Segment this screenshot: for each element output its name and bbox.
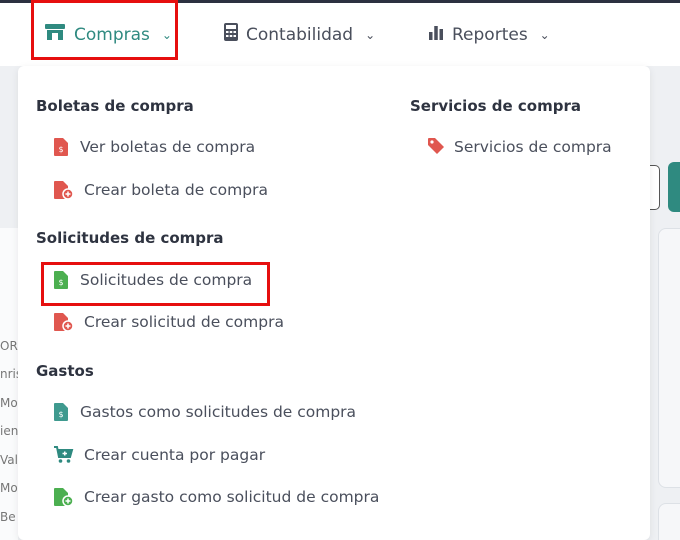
- background-text: Mo: [0, 481, 18, 495]
- chevron-down-icon: ⌄: [365, 27, 376, 42]
- section-title-gastos: Gastos: [36, 362, 94, 380]
- background-card: [658, 503, 680, 540]
- file-add-icon: [54, 488, 74, 507]
- menu-item-ver-boletas[interactable]: $ Ver boletas de compra: [54, 138, 255, 156]
- file-add-icon: [54, 181, 74, 200]
- menu-item-label: Servicios de compra: [454, 138, 612, 156]
- background-card: [658, 228, 680, 488]
- menu-item-label: Gastos como solicitudes de compra: [80, 403, 357, 421]
- menu-item-servicios[interactable]: Servicios de compra: [428, 138, 612, 156]
- background-text: Be: [0, 510, 16, 524]
- highlight-box-solicitudes: [41, 262, 270, 306]
- nav-reportes[interactable]: Reportes ⌄: [428, 3, 550, 66]
- nav-reportes-label: Reportes: [452, 24, 528, 45]
- menu-item-gastos-solicitudes[interactable]: $ Gastos como solicitudes de compra: [54, 403, 356, 421]
- cart-add-icon: [54, 446, 74, 464]
- nav-contabilidad[interactable]: Contabilidad ⌄: [224, 3, 375, 66]
- highlight-box-compras: [31, 0, 178, 60]
- background-panel: [0, 66, 18, 228]
- menu-item-crear-cuenta[interactable]: Crear cuenta por pagar: [54, 446, 265, 464]
- invoice-icon: $: [54, 138, 70, 156]
- background-text: Mo: [0, 396, 18, 410]
- section-title-boletas: Boletas de compra: [36, 97, 194, 115]
- tag-icon: [428, 138, 444, 156]
- section-title-servicios: Servicios de compra: [410, 97, 581, 115]
- svg-text:$: $: [58, 410, 63, 419]
- menu-item-label: Crear solicitud de compra: [84, 313, 284, 331]
- calculator-icon: [224, 23, 238, 46]
- background-button: [650, 165, 660, 210]
- nav-contabilidad-label: Contabilidad: [246, 24, 354, 45]
- background-text: OR: [0, 339, 18, 353]
- invoice-icon: $: [54, 403, 70, 421]
- section-title-solicitudes: Solicitudes de compra: [36, 229, 224, 247]
- menu-item-label: Crear boleta de compra: [84, 181, 268, 199]
- menu-item-label: Crear gasto como solicitud de compra: [84, 488, 380, 506]
- menu-item-label: Ver boletas de compra: [80, 138, 256, 156]
- bar-chart-icon: [428, 24, 444, 45]
- background-text: ien: [0, 424, 19, 438]
- menu-item-crear-solicitud[interactable]: Crear solicitud de compra: [54, 313, 284, 332]
- svg-text:$: $: [58, 145, 63, 154]
- menu-item-label: Crear cuenta por pagar: [84, 446, 266, 464]
- chevron-down-icon: ⌄: [539, 27, 550, 42]
- menu-item-crear-gasto[interactable]: Crear gasto como solicitud de compra: [54, 488, 380, 507]
- background-teal-button: [668, 162, 680, 212]
- file-add-icon: [54, 313, 74, 332]
- menu-item-crear-boleta[interactable]: Crear boleta de compra: [54, 181, 268, 200]
